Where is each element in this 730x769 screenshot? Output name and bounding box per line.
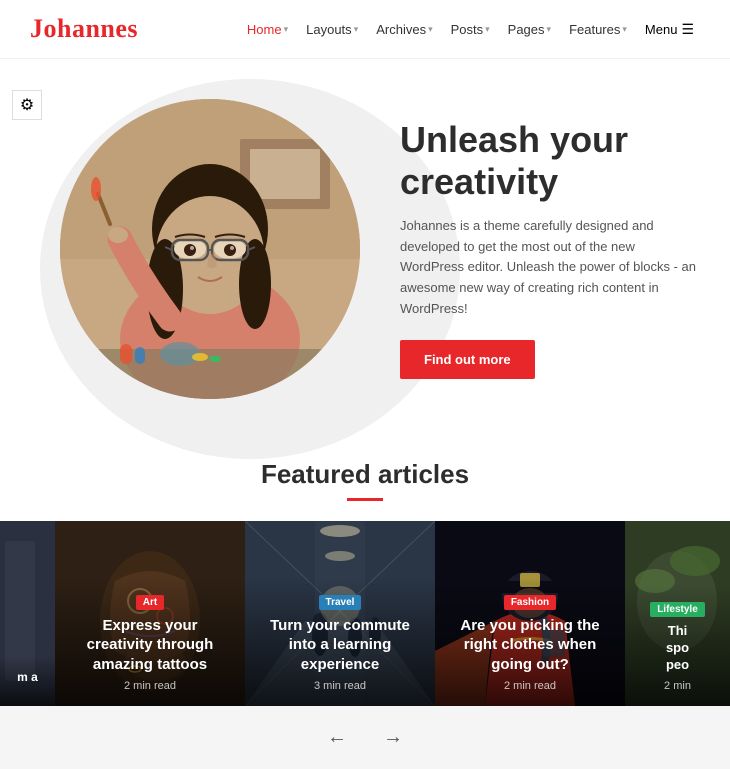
chevron-down-icon: ▾ [354, 24, 359, 35]
featured-articles-section: Featured articles m a [0, 429, 730, 769]
nav-item-pages[interactable]: Pages ▾ [502, 18, 557, 41]
card-overlay: Lifestyle Thispopeo 2 min [625, 585, 730, 706]
featured-divider [347, 498, 383, 501]
hero-description: Johannes is a theme carefully designed a… [400, 216, 700, 320]
logo[interactable]: Johannes [30, 14, 138, 44]
hero-title: Unleash your creativity [400, 119, 700, 202]
gear-icon: ⚙ [20, 95, 34, 115]
header: Johannes Home ▾ Layouts ▾ Archives ▾ Pos… [0, 0, 730, 59]
card-commute[interactable]: Travel Turn your commute into a learning… [245, 521, 435, 706]
card-overlay: Travel Turn your commute into a learning… [245, 578, 435, 707]
hero-cta-button[interactable]: Find out more [400, 340, 535, 379]
nav-item-archives[interactable]: Archives ▾ [370, 18, 438, 41]
settings-icon[interactable]: ⚙ [12, 90, 42, 120]
nav-item-home[interactable]: Home ▾ [241, 18, 294, 41]
carousel-prev-button[interactable]: ← [319, 722, 355, 753]
card-partial-left[interactable]: m a [0, 521, 55, 706]
chevron-down-icon: ▾ [284, 24, 289, 35]
nav-item-posts[interactable]: Posts ▾ [445, 18, 496, 41]
carousel-next-button[interactable]: → [375, 722, 411, 753]
chevron-down-icon: ▾ [485, 24, 490, 35]
hamburger-icon: ☰ [681, 21, 694, 38]
card-tattoos[interactable]: Art Express your creativity through amaz… [55, 521, 245, 706]
chevron-down-icon: ▾ [622, 24, 627, 35]
hero-woman-photo [60, 99, 360, 399]
chevron-down-icon: ▾ [547, 24, 552, 35]
card-overlay: m a [0, 656, 55, 706]
card-tag: Fashion [504, 595, 556, 610]
navigation: Home ▾ Layouts ▾ Archives ▾ Posts ▾ Page… [241, 17, 700, 42]
card-partial-right[interactable]: Lifestyle Thispopeo 2 min [625, 521, 730, 706]
card-fashion[interactable]: Fashion Are you picking the right clothe… [435, 521, 625, 706]
hero-image [60, 99, 360, 399]
featured-title: Featured articles [0, 459, 730, 490]
card-read-time: 2 min read [69, 680, 231, 692]
card-overlay: Art Express your creativity through amaz… [55, 578, 245, 707]
card-title: Turn your commute into a learning experi… [259, 616, 421, 675]
card-tag: Travel [319, 595, 362, 610]
card-title: Are you picking the right clothes when g… [449, 616, 611, 675]
hamburger-menu[interactable]: Menu ☰ [639, 17, 700, 42]
nav-item-layouts[interactable]: Layouts ▾ [300, 18, 364, 41]
hero-section: Unleash your creativity Johannes is a th… [0, 59, 730, 429]
nav-item-features[interactable]: Features ▾ [563, 18, 633, 41]
card-title: Express your creativity through amazing … [69, 616, 231, 675]
card-read-time: 2 min [639, 680, 716, 692]
card-tag: Art [136, 595, 164, 610]
card-read-time: 2 min read [449, 680, 611, 692]
cards-carousel: m a [0, 521, 730, 706]
card-overlay: Fashion Are you picking the right clothe… [435, 578, 625, 707]
chevron-down-icon: ▾ [428, 24, 433, 35]
carousel-navigation: ← → [0, 706, 730, 769]
card-tag: Lifestyle [650, 602, 705, 617]
card-title: Thispopeo [639, 623, 716, 674]
hero-text-block: Unleash your creativity Johannes is a th… [400, 119, 700, 379]
card-read-time: 3 min read [259, 680, 421, 692]
card-title: m a [14, 670, 41, 686]
